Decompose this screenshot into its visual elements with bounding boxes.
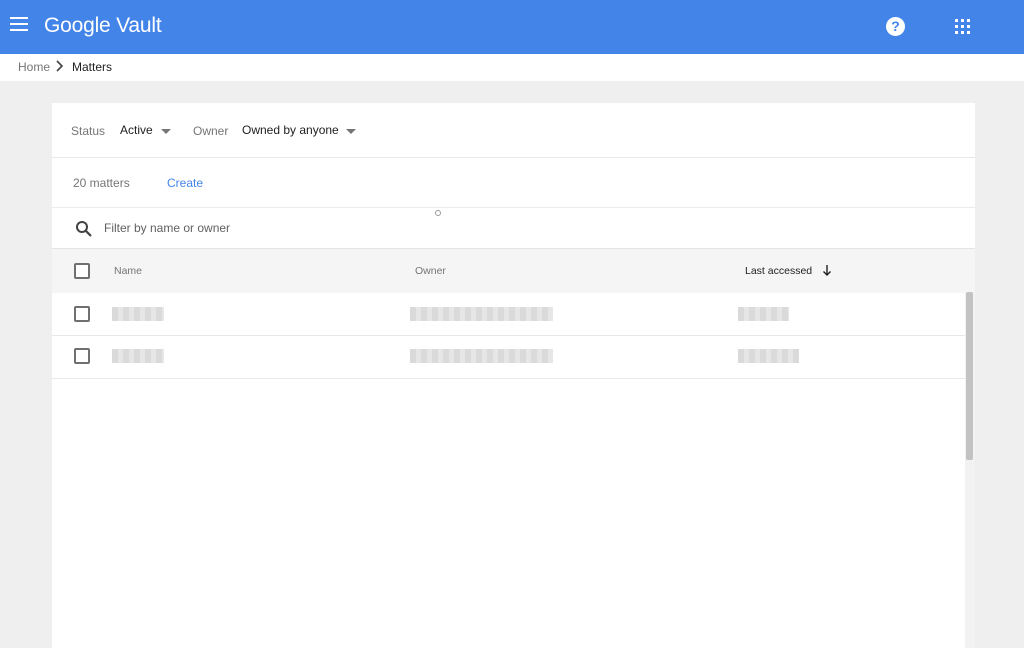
owner-filter-dropdown[interactable]: Owned by anyone bbox=[242, 123, 339, 137]
sort-descending-icon[interactable] bbox=[822, 264, 832, 276]
matters-card: Status Active Owner Owned by anyone 20 m… bbox=[52, 103, 975, 648]
breadcrumb: Home Matters bbox=[0, 54, 1024, 81]
breadcrumb-home-link[interactable]: Home bbox=[18, 60, 50, 74]
column-header-owner[interactable]: Owner bbox=[415, 265, 446, 277]
app-title[interactable]: Google Vault bbox=[44, 14, 162, 38]
matter-owner-redacted bbox=[410, 307, 553, 321]
owner-dropdown-arrow-icon[interactable] bbox=[346, 129, 356, 134]
select-all-checkbox[interactable] bbox=[74, 263, 90, 279]
status-filter-dropdown[interactable]: Active bbox=[120, 123, 153, 137]
matter-name-redacted bbox=[112, 349, 164, 363]
help-circle-icon[interactable]: ? bbox=[886, 17, 905, 36]
matters-count: 20 matters bbox=[73, 176, 130, 190]
table-header: Name Owner Last accessed bbox=[52, 249, 975, 293]
matter-last-accessed-redacted bbox=[738, 307, 789, 321]
column-header-name[interactable]: Name bbox=[114, 265, 142, 277]
search-icon[interactable] bbox=[75, 220, 93, 238]
table-row[interactable] bbox=[52, 336, 965, 379]
table-row[interactable] bbox=[52, 293, 965, 336]
chevron-right-icon bbox=[56, 60, 64, 72]
table-scrollbar[interactable] bbox=[965, 292, 975, 648]
mouse-cursor bbox=[435, 210, 441, 216]
breadcrumb-current: Matters bbox=[72, 60, 113, 74]
apps-grid-icon[interactable] bbox=[955, 19, 970, 34]
matter-owner-redacted bbox=[410, 349, 553, 363]
owner-filter-label: Owner bbox=[193, 124, 229, 138]
search-bar bbox=[52, 208, 975, 249]
status-dropdown-arrow-icon[interactable] bbox=[161, 129, 171, 134]
column-header-last-accessed[interactable]: Last accessed bbox=[745, 265, 812, 277]
filter-bar: Status Active Owner Owned by anyone bbox=[52, 103, 975, 158]
hamburger-menu-icon[interactable] bbox=[10, 17, 28, 31]
matter-name-redacted bbox=[112, 307, 164, 321]
row-checkbox[interactable] bbox=[74, 348, 90, 364]
create-matter-button[interactable]: Create bbox=[167, 176, 203, 190]
scrollbar-thumb[interactable] bbox=[966, 292, 973, 460]
app-header: Google Vault ? bbox=[0, 0, 1024, 54]
matter-last-accessed-redacted bbox=[738, 349, 799, 363]
status-filter-label: Status bbox=[71, 124, 106, 138]
matters-summary: 20 matters Create bbox=[52, 158, 975, 208]
row-checkbox[interactable] bbox=[74, 306, 90, 322]
search-input[interactable] bbox=[104, 218, 604, 238]
